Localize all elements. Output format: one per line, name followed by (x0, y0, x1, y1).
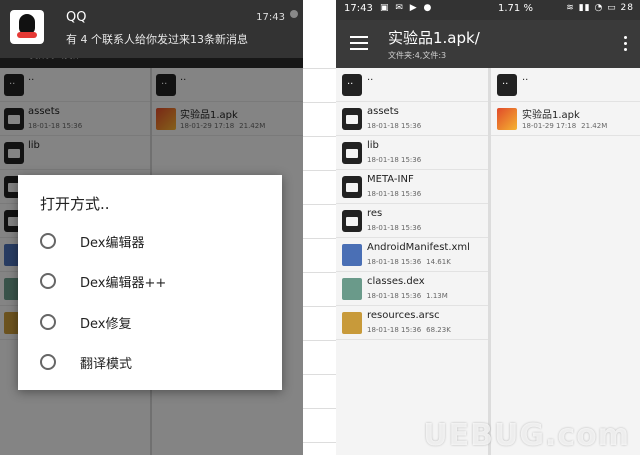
apk-file-icon (497, 108, 517, 130)
file-meta: 18-01-18 15:36 68.23K (367, 326, 451, 334)
open-with-dialog: 打开方式.. Dex编辑器 Dex编辑器++ Dex修复 翻译模式 (18, 175, 282, 390)
folder-icon (342, 176, 362, 198)
file-row-parent[interactable]: .. (336, 68, 488, 102)
file-name: resources.arsc (367, 310, 440, 321)
notification-icons: ▣ ✉ ▶ ● (380, 3, 434, 13)
parent-folder-icon (497, 74, 517, 96)
option-label: 翻译模式 (80, 357, 133, 372)
file-row-assets[interactable]: assets 18-01-18 15:36 (336, 102, 488, 136)
file-name: 实验品1.apk (522, 110, 580, 121)
screenshot-gap (303, 0, 336, 455)
file-meta: 18-01-18 15:36 (367, 190, 422, 198)
file-row-lib[interactable]: lib 18-01-18 15:36 (336, 136, 488, 170)
file-name: AndroidManifest.xml (367, 242, 470, 253)
status-right: ≋ ▮▮ ◔ ▭ 28 (566, 3, 634, 13)
notification-text: 有 4 个联系人给你发过来13条新消息 (66, 33, 248, 46)
file-row-manifest[interactable]: AndroidManifest.xml 18-01-18 15:36 14.61K (336, 238, 488, 272)
file-name: .. (367, 72, 374, 83)
file-meta: 18-01-18 15:36 14.61K (367, 258, 451, 266)
file-name: .. (522, 72, 529, 83)
option-label: Dex编辑器 (80, 236, 145, 251)
file-row-parent[interactable]: .. (491, 68, 640, 102)
file-name: res (367, 208, 383, 219)
option-dex-editor-plus[interactable]: Dex编辑器++ (18, 261, 282, 301)
notification-app-name: QQ (66, 10, 87, 25)
radio-button[interactable] (40, 354, 56, 370)
folder-icon (342, 142, 362, 164)
radio-button[interactable] (40, 314, 56, 330)
right-file-pane: .. assets 18-01-18 15:36 lib 18-01-18 15… (336, 68, 488, 455)
file-meta: 18-01-29 17:18 21.42M (522, 122, 608, 130)
file-meta: 18-01-18 15:36 (367, 224, 422, 232)
file-row-meta-inf[interactable]: META-INF 18-01-18 15:36 (336, 170, 488, 204)
file-meta: 18-01-18 15:36 1.13M (367, 292, 448, 300)
file-meta: 18-01-18 15:36 (367, 122, 422, 130)
file-row-apk[interactable]: 实验品1.apk 18-01-29 17:18 21.42M (491, 102, 640, 136)
file-name: assets (367, 106, 399, 117)
option-dex-repair[interactable]: Dex修复 (18, 302, 282, 342)
option-label: Dex编辑器++ (80, 276, 167, 291)
file-meta: 18-01-18 15:36 (367, 156, 422, 164)
notification-indicator-icon (290, 10, 298, 18)
file-row-resources-arsc[interactable]: resources.arsc 18-01-18 15:36 68.23K (336, 306, 488, 340)
notification-time: 17:43 (256, 12, 285, 23)
file-row-res[interactable]: res 18-01-18 15:36 (336, 204, 488, 238)
watermark: UEBUG.com (423, 418, 630, 453)
right-phone-screen: 17:43 ▣ ✉ ▶ ● 1.71 % ≋ ▮▮ ◔ ▭ 28 实验品1.ap… (336, 0, 640, 455)
folder-icon (342, 108, 362, 130)
arsc-file-icon (342, 312, 362, 334)
folder-icon (342, 210, 362, 232)
qq-notification[interactable]: QQ 17:43 有 4 个联系人给你发过来13条新消息 (0, 0, 303, 58)
status-bar: 17:43 ▣ ✉ ▶ ● 1.71 % ≋ ▮▮ ◔ ▭ 28 (336, 0, 640, 20)
option-label: Dex修复 (80, 317, 132, 332)
xml-file-icon (342, 244, 362, 266)
radio-button[interactable] (40, 233, 56, 249)
qq-penguin-icon (10, 10, 44, 44)
dialog-title: 打开方式.. (40, 195, 110, 213)
file-row-classes-dex[interactable]: classes.dex 18-01-18 15:36 1.13M (336, 272, 488, 306)
left-phone-screen: 文件夹:4,文件:3 .. assets 18-01-18 15:36 lib (0, 0, 303, 455)
parent-folder-icon (342, 74, 362, 96)
option-dex-editor[interactable]: Dex编辑器 (18, 221, 282, 261)
file-name: classes.dex (367, 276, 425, 287)
more-options-icon[interactable] (624, 36, 628, 52)
status-time: 17:43 (344, 3, 373, 14)
file-name: META-INF (367, 174, 414, 185)
radio-button[interactable] (40, 273, 56, 289)
file-name: lib (367, 140, 379, 151)
app-bar: 实验品1.apk/ 文件夹:4,文件:3 (336, 20, 640, 68)
right-file-pane-2: .. 实验品1.apk 18-01-29 17:1821.42M (491, 68, 640, 455)
data-speed: 1.71 % (498, 3, 533, 14)
folder-summary: 文件夹:4,文件:3 (388, 51, 447, 60)
menu-icon[interactable] (350, 36, 368, 50)
current-path-title: 实验品1.apk/ (388, 29, 480, 47)
dex-file-icon (342, 278, 362, 300)
option-translate-mode[interactable]: 翻译模式 (18, 342, 282, 382)
